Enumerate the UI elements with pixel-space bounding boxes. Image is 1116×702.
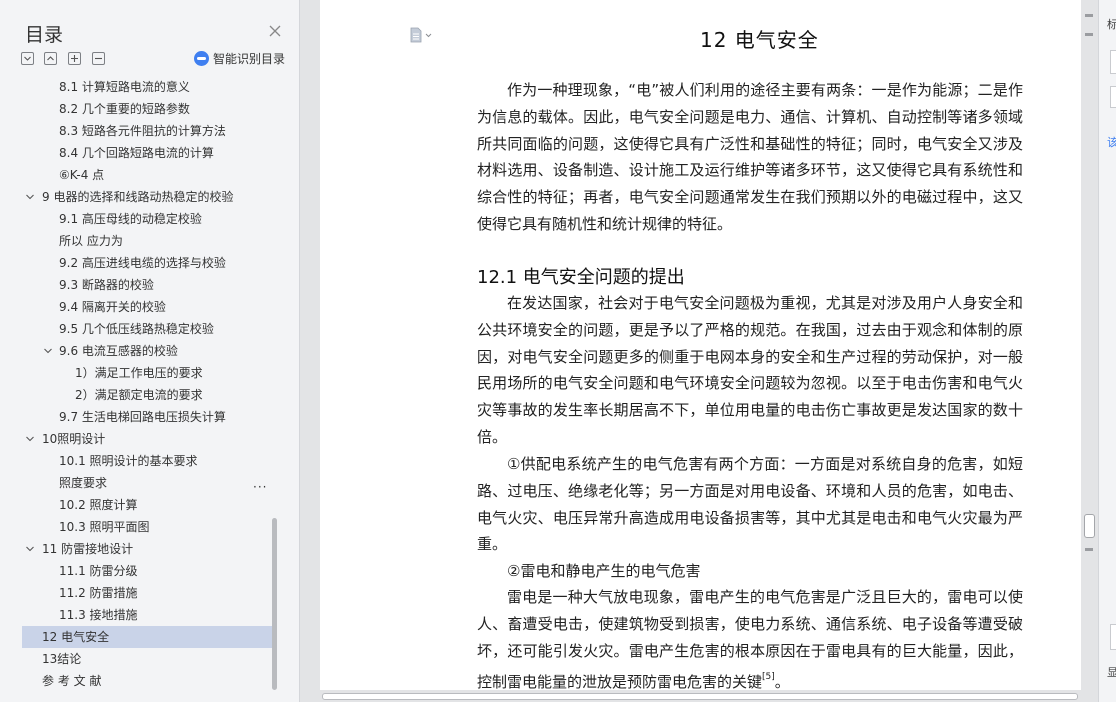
more-options-icon[interactable]: ··· bbox=[253, 480, 267, 494]
section-heading: 12.1 电气安全问题的提出 bbox=[477, 267, 685, 288]
paragraph-4: 雷电是一种大气放电现象，雷电产生的电气危害是广泛且巨大的，雷电可以使人、畜遭受电… bbox=[477, 584, 1023, 696]
smart-toc-label: 智能识别目录 bbox=[213, 52, 286, 66]
toc-pane: 目录 智能识别目录 8.1 计算短路电流的意义 8.2 几个重要的短路参数 8.3 … bbox=[0, 0, 300, 702]
add-heading-icon[interactable] bbox=[68, 52, 81, 65]
toc-item-label: 9.5 几个低压线路热稳定校验 bbox=[59, 322, 214, 336]
toc-item[interactable]: 8.1 计算短路电流的意义 bbox=[22, 76, 272, 98]
toc-item-label: 10.1 照明设计的基本要求 bbox=[59, 454, 198, 468]
toc-item[interactable]: 参 考 文 献 bbox=[22, 670, 272, 692]
toc-item[interactable]: 9.4 隔离开关的校验 bbox=[22, 296, 272, 318]
toc-item-label: 参 考 文 献 bbox=[42, 674, 102, 688]
toc-item-label: 10照明设计 bbox=[42, 432, 106, 446]
toc-item[interactable]: 9.1 高压母线的动稳定校验 bbox=[22, 208, 272, 230]
collapse-all-icon[interactable] bbox=[44, 52, 57, 65]
toc-item-label: 照度要求 bbox=[59, 476, 108, 490]
toc-item[interactable]: 12 电气安全 bbox=[22, 626, 272, 648]
vertical-scrollbar-thumb[interactable] bbox=[1084, 514, 1095, 538]
toc-item[interactable]: 9 电器的选择和线路动热稳定的校验 bbox=[22, 186, 272, 208]
paragraph-2: ①供配电系统产生的电气危害有两个方面：一方面是对系统自身的危害，如短路、过电压、… bbox=[477, 455, 1023, 554]
chevron-down-icon[interactable] bbox=[26, 435, 34, 443]
paragraph-4-text: 雷电是一种大气放电现象，雷电产生的电气危害是广泛且巨大的，雷电可以使人、畜遭受电… bbox=[477, 588, 1023, 692]
toc-item-label: 11.1 防雷分级 bbox=[59, 564, 138, 578]
toc-item-label: 9.3 断路器的校验 bbox=[59, 278, 154, 292]
toc-item-label: 9.4 隔离开关的校验 bbox=[59, 300, 166, 314]
remove-heading-icon[interactable] bbox=[92, 52, 105, 65]
toc-item[interactable]: 10照明设计 bbox=[22, 428, 272, 450]
toc-item[interactable]: 9.2 高压进线电缆的选择与校验 bbox=[22, 252, 272, 274]
toc-item-label: 10.2 照度计算 bbox=[59, 498, 138, 512]
scroll-marker bbox=[1085, 33, 1093, 36]
toc-item-label: 8.1 计算短路电流的意义 bbox=[59, 80, 190, 94]
side-panel-field[interactable] bbox=[1110, 624, 1116, 650]
toc-item[interactable]: 10.1 照明设计的基本要求 bbox=[22, 450, 272, 472]
toc-item-label: 11.2 防雷措施 bbox=[59, 586, 138, 600]
toc-item-label: 2）满足额定电流的要求 bbox=[75, 388, 203, 402]
chevron-down-icon[interactable] bbox=[44, 347, 52, 355]
toc-item[interactable]: ⑥K-4 点 bbox=[22, 164, 272, 186]
smart-toc-button[interactable]: 智能识别目录 bbox=[194, 50, 285, 67]
toc-item-label: 13结论 bbox=[42, 652, 82, 666]
toc-item[interactable]: 8.3 短路各元件阻抗的计算方法 bbox=[22, 120, 272, 142]
scroll-marker bbox=[1085, 548, 1093, 551]
toc-item-label: 9.6 电流互感器的校验 bbox=[59, 344, 178, 358]
toc-item-label: 10.3 照明平面图 bbox=[59, 520, 150, 534]
toc-item-label: 所以 应力为 bbox=[59, 234, 123, 248]
toc-item[interactable]: 10.3 照明平面图 bbox=[22, 516, 272, 538]
toc-title: 目录 bbox=[25, 24, 64, 46]
expand-all-icon[interactable] bbox=[21, 52, 34, 65]
toc-item[interactable]: 所以 应力为 bbox=[22, 230, 272, 252]
toc-item[interactable]: 2）满足额定电流的要求 bbox=[22, 384, 272, 406]
chevron-down-icon[interactable] bbox=[26, 193, 34, 201]
document-area: 12 电气安全 作为一种理现象，“电”被人们利用的途径主要有两条：一是作为能源；… bbox=[301, 0, 1098, 702]
toc-item-label: 9.7 生活电梯回路电压损失计算 bbox=[59, 410, 226, 424]
side-panel-field[interactable] bbox=[1110, 86, 1116, 108]
side-panel-field[interactable] bbox=[1110, 50, 1116, 74]
citation-ref[interactable]: [5] bbox=[762, 672, 775, 682]
toc-item[interactable]: 11.2 防雷措施 bbox=[22, 582, 272, 604]
vertical-scrollbar[interactable] bbox=[1081, 0, 1098, 702]
toc-item[interactable]: 9.6 电流互感器的校验 bbox=[22, 340, 272, 362]
toc-item-label: 8.2 几个重要的短路参数 bbox=[59, 102, 190, 116]
toc-item[interactable]: 11 防雷接地设计 bbox=[22, 538, 272, 560]
toc-item[interactable]: 照度要求 bbox=[22, 472, 272, 494]
toc-item[interactable]: 11.3 接地措施 bbox=[22, 604, 272, 626]
toc-scrollbar-thumb[interactable] bbox=[272, 518, 277, 690]
toc-item[interactable]: 9.3 断路器的校验 bbox=[22, 274, 272, 296]
toc-item-label: 11.3 接地措施 bbox=[59, 608, 138, 622]
toc-list: 8.1 计算短路电流的意义 8.2 几个重要的短路参数 8.3 短路各元件阻抗的计算… bbox=[22, 76, 280, 696]
toc-item-label: 1）满足工作电压的要求 bbox=[75, 366, 203, 380]
toc-item-label: 8.4 几个回路短路电流的计算 bbox=[59, 146, 214, 160]
paragraph-4-end: 。 bbox=[774, 673, 790, 692]
toc-item-label: 9.2 高压进线电缆的选择与校验 bbox=[59, 256, 226, 270]
toc-item-label: 9 电器的选择和线路动热稳定的校验 bbox=[42, 190, 234, 204]
page-view-icon[interactable] bbox=[410, 27, 434, 47]
side-panel-label-mid[interactable]: 该 bbox=[1107, 134, 1116, 150]
smart-recognize-icon bbox=[194, 51, 209, 66]
toc-item[interactable]: 9.5 几个低压线路热稳定校验 bbox=[22, 318, 272, 340]
chevron-down-icon[interactable] bbox=[26, 545, 34, 553]
scroll-marker bbox=[1085, 14, 1093, 17]
intro-paragraph: 作为一种理现象，“电”被人们利用的途径主要有两条：一是作为能源；二是作为信息的载… bbox=[477, 81, 1023, 233]
toc-item-label: 12 电气安全 bbox=[42, 630, 110, 644]
toc-item[interactable]: 8.4 几个回路短路电流的计算 bbox=[22, 142, 272, 164]
toc-item-label: 11 防雷接地设计 bbox=[42, 542, 134, 556]
toc-item-label: 8.3 短路各元件阻抗的计算方法 bbox=[59, 124, 226, 138]
side-panel-label-bottom: 显 bbox=[1107, 666, 1116, 679]
document-page: 12 电气安全 作为一种理现象，“电”被人们利用的途径主要有两条：一是作为能源；… bbox=[320, 0, 1082, 691]
chapter-title: 12 电气安全 bbox=[700, 28, 819, 52]
side-panel-label-top: 标 bbox=[1107, 18, 1116, 31]
paragraph-3: ②雷电和静电产生的电气危害 bbox=[507, 562, 701, 580]
toc-item[interactable]: 1）满足工作电压的要求 bbox=[22, 362, 272, 384]
close-icon[interactable] bbox=[266, 22, 284, 40]
toc-item-label: ⑥K-4 点 bbox=[59, 168, 105, 182]
toc-item[interactable]: 13结论 bbox=[22, 648, 272, 670]
toc-item[interactable]: 9.7 生活电梯回路电压损失计算 bbox=[22, 406, 272, 428]
paragraph-1: 在发达国家，社会对于电气安全问题极为重视，尤其是对涉及用户人身安全和公共环境安全… bbox=[477, 294, 1023, 446]
toc-item[interactable]: 10.2 照度计算 bbox=[22, 494, 272, 516]
horizontal-scrollbar-thumb[interactable] bbox=[322, 693, 1078, 700]
toc-item-label: 9.1 高压母线的动稳定校验 bbox=[59, 212, 202, 226]
toc-item[interactable]: 11.1 防雷分级 bbox=[22, 560, 272, 582]
toc-item[interactable]: 8.2 几个重要的短路参数 bbox=[22, 98, 272, 120]
